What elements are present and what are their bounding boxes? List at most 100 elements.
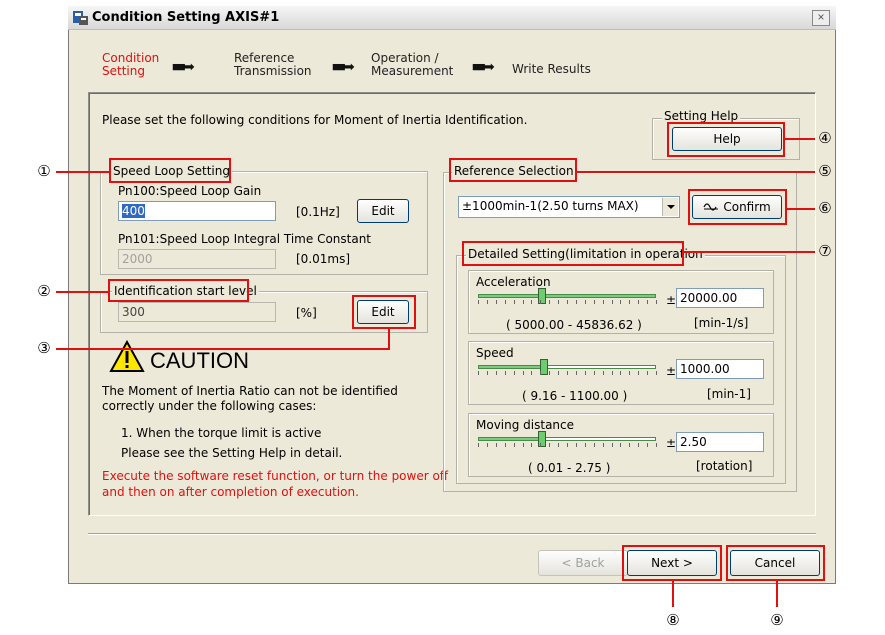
slider-tick	[478, 371, 479, 375]
slider-tick	[540, 300, 541, 304]
gain-unit: [0.1Hz]	[296, 205, 340, 219]
annotation-line-4	[785, 138, 815, 140]
slider-tick	[585, 371, 586, 375]
slider-tick	[567, 371, 568, 375]
slider-tick	[496, 300, 497, 304]
slider-tick	[594, 443, 595, 447]
slider-tick	[594, 371, 595, 375]
slider-tick	[558, 300, 559, 304]
reference-selected-value: ±1000min-1(2.50 turns MAX)	[462, 199, 639, 213]
annotation-line-3-vertical	[388, 329, 390, 350]
slider-tick	[505, 300, 506, 304]
caution-title: CAUTION	[150, 348, 249, 373]
acceleration-field[interactable]: 20000.00	[676, 288, 764, 308]
step-arrow-icon: ■■➡	[472, 59, 495, 74]
caution-item1: 1. When the torque limit is active	[121, 426, 322, 440]
window-title: Condition Setting AXIS#1	[92, 10, 280, 25]
callout-2: ②	[37, 282, 51, 300]
slider-tick	[638, 443, 639, 447]
callout-3: ③	[37, 339, 51, 357]
slider-tick	[638, 371, 639, 375]
slider-tick	[505, 443, 506, 447]
speed-pm: ±	[666, 364, 677, 378]
close-button[interactable]: ×	[812, 10, 830, 26]
slider-tick	[496, 443, 497, 447]
annotation-line-5	[577, 171, 815, 173]
speed-loop-gain-field[interactable]: 400	[118, 201, 276, 221]
callout-6: ⑥	[818, 199, 832, 217]
slider-tick	[585, 443, 586, 447]
distance-slider[interactable]	[478, 431, 657, 451]
acceleration-pm: ±	[666, 293, 677, 307]
step-reference-transmission: Reference Transmission	[234, 52, 312, 78]
slider-tick	[523, 371, 524, 375]
caution-line2: correctly under the following cases:	[102, 399, 317, 413]
slider-tick	[656, 371, 657, 375]
slider-tick	[496, 371, 497, 375]
speed-slider[interactable]	[478, 359, 657, 379]
slider-tick	[620, 443, 621, 447]
step-arrow-icon: ■■➡	[172, 59, 195, 74]
annotation-line-7	[684, 251, 815, 253]
slider-tick	[612, 371, 613, 375]
acceleration-slider[interactable]	[478, 288, 657, 308]
back-button[interactable]: < Back	[538, 550, 628, 576]
slider-tick	[514, 443, 515, 447]
slider-tick	[487, 371, 488, 375]
slider-tick	[487, 300, 488, 304]
callout-5: ⑤	[818, 162, 832, 180]
distance-field[interactable]: 2.50	[676, 432, 764, 452]
slider-tick	[523, 300, 524, 304]
callout-7: ⑦	[818, 242, 832, 260]
slider-tick	[531, 371, 532, 375]
speed-field[interactable]: 1000.00	[676, 359, 764, 379]
slider-tick	[647, 371, 648, 375]
slider-tick	[603, 300, 604, 304]
step-label: Measurement	[371, 64, 454, 78]
step-arrow-icon: ■■➡	[332, 59, 355, 74]
integral-label: Pn101:Speed Loop Integral Time Constant	[118, 232, 372, 246]
step-operation-measurement: Operation / Measurement	[371, 52, 453, 78]
annotation-line-9	[776, 581, 778, 607]
gain-label: Pn100:Speed Loop Gain	[118, 184, 262, 198]
identification-unit: [%]	[296, 306, 317, 320]
slider-thumb[interactable]	[540, 359, 548, 375]
callout-8: ⑧	[666, 611, 680, 629]
annotation-box-2	[108, 279, 249, 302]
step-label: Transmission	[234, 64, 312, 78]
caution-item2: Please see the Setting Help in detail.	[121, 446, 343, 460]
gain-edit-button[interactable]: Edit	[357, 199, 409, 223]
annotation-line-3	[56, 348, 390, 350]
annotation-box-3	[352, 295, 416, 329]
integral-time-field: 2000	[118, 249, 276, 269]
slider-tick	[531, 443, 532, 447]
slider-tick	[585, 300, 586, 304]
slider-track	[478, 365, 656, 369]
slider-tick	[629, 443, 630, 447]
callout-1: ①	[37, 162, 51, 180]
slider-tick	[656, 443, 657, 447]
caution-red-line1: Execute the software reset function, or …	[102, 469, 449, 483]
slider-tick	[656, 300, 657, 304]
dropdown-arrow-icon[interactable]	[662, 198, 678, 216]
slider-tick	[620, 371, 621, 375]
acceleration-range: ( 5000.00 - 45836.62 )	[506, 318, 642, 332]
slider-tick	[576, 443, 577, 447]
callout-9: ⑨	[770, 611, 784, 629]
speed-range: ( 9.16 - 1100.00 )	[522, 389, 628, 403]
slider-track	[478, 437, 656, 441]
reference-select[interactable]: ±1000min-1(2.50 turns MAX)	[458, 196, 680, 218]
warning-triangle-icon	[109, 339, 145, 376]
intro-text: Please set the following conditions for …	[102, 113, 528, 127]
caution-line1: The Moment of Inertia Ratio can not be i…	[102, 384, 398, 398]
slider-tick	[638, 300, 639, 304]
annotation-box-4	[667, 122, 785, 157]
slider-tick	[629, 371, 630, 375]
distance-unit: [rotation]	[696, 459, 753, 473]
app-window-icon	[73, 10, 89, 26]
annotation-box-1	[109, 158, 231, 183]
footer-divider	[88, 533, 816, 535]
slider-tick	[505, 371, 506, 375]
annotation-line-2	[56, 291, 109, 293]
slider-tick	[531, 300, 532, 304]
